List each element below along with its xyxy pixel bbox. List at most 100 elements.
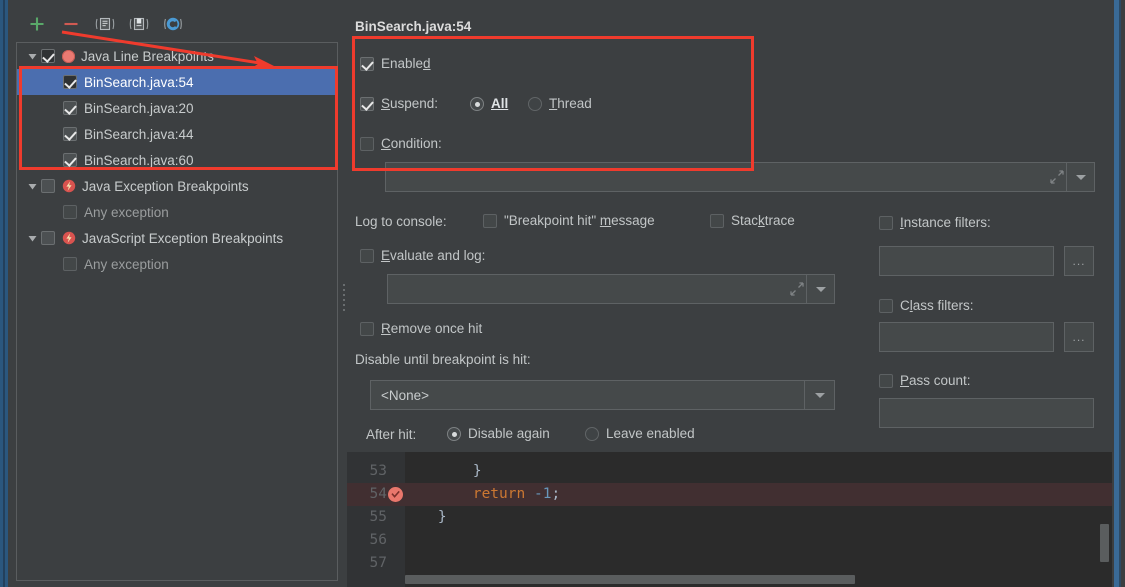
tree-item-binsearch-54[interactable]: BinSearch.java:54 — [17, 69, 337, 95]
stacktrace-checkbox[interactable] — [710, 213, 724, 228]
breakpoints-dialog: Java Line Breakpoints BinSearch.java:54 … — [0, 0, 1125, 587]
class-filters-input[interactable] — [879, 322, 1054, 352]
panel-splitter[interactable] — [340, 280, 347, 314]
condition-history-dropdown[interactable] — [1066, 163, 1094, 191]
suspend-all-radio[interactable] — [470, 96, 484, 111]
evaluate-and-log-input[interactable] — [387, 274, 835, 304]
breakpoint-hit-message-row[interactable]: "Breakpoint hit" message — [483, 213, 655, 228]
suspend-checkbox[interactable] — [360, 96, 374, 111]
item-checkbox-binsearch-60[interactable] — [63, 153, 77, 167]
editor-vertical-scrollbar[interactable] — [1100, 524, 1109, 562]
item-checkbox-binsearch-54[interactable] — [63, 75, 77, 89]
pass-count-label: Pass count: — [900, 373, 971, 388]
pass-count-checkbox[interactable] — [879, 373, 893, 388]
tree-item-label: Any exception — [84, 204, 169, 220]
chevron-down-icon[interactable] — [23, 225, 41, 251]
breakpoint-marker-icon[interactable] — [388, 487, 403, 502]
instance-filters-browse-button[interactable]: ... — [1064, 246, 1094, 276]
pass-count-input[interactable] — [879, 398, 1094, 428]
chevron-down-icon[interactable] — [23, 173, 41, 199]
remove-breakpoint-button[interactable] — [60, 13, 82, 35]
remove-once-hit-checkbox[interactable] — [360, 321, 374, 336]
class-filters-checkbox[interactable] — [879, 298, 893, 313]
exception-breakpoint-icon — [62, 179, 76, 193]
instance-filters-checkbox[interactable] — [879, 215, 893, 230]
class-filters-browse-label: ... — [1072, 330, 1086, 344]
group-by-file-button[interactable] — [94, 13, 116, 35]
breakpoint-config-title: BinSearch.java:54 — [355, 19, 472, 34]
after-hit-leave-enabled-label: Leave enabled — [606, 426, 695, 441]
breakpoints-tree-panel: Java Line Breakpoints BinSearch.java:54 … — [16, 42, 338, 581]
code-preview-editor[interactable]: 53 } 54 return -1; 55 } 56 57 — [347, 452, 1112, 587]
item-checkbox-binsearch-44[interactable] — [63, 127, 77, 141]
tree-group-java-exception-breakpoints[interactable]: Java Exception Breakpoints — [17, 173, 337, 199]
tree-item-binsearch-44[interactable]: BinSearch.java:44 — [17, 121, 337, 147]
pass-count-row[interactable]: Pass count: — [879, 373, 971, 388]
condition-input[interactable] — [385, 162, 1095, 192]
breakpoints-tree[interactable]: Java Line Breakpoints BinSearch.java:54 … — [17, 43, 337, 580]
tree-item-any-exception-js[interactable]: Any exception — [17, 251, 337, 277]
mute-breakpoints-button[interactable] — [162, 13, 184, 35]
tree-item-binsearch-20[interactable]: BinSearch.java:20 — [17, 95, 337, 121]
tree-group-javascript-exception-breakpoints[interactable]: JavaScript Exception Breakpoints — [17, 225, 337, 251]
condition-checkbox[interactable] — [360, 136, 374, 151]
class-filters-row[interactable]: Class filters: — [879, 298, 974, 313]
group-checkbox-javascript-exception[interactable] — [41, 231, 55, 245]
left-edge-accent — [0, 0, 8, 587]
group-checkbox-java-exception[interactable] — [41, 179, 55, 193]
after-hit-leave-enabled-row[interactable]: Leave enabled — [585, 426, 695, 441]
enabled-checkbox[interactable] — [360, 56, 374, 71]
instance-filters-row[interactable]: Instance filters: — [879, 215, 991, 230]
tree-item-binsearch-60[interactable]: BinSearch.java:60 — [17, 147, 337, 173]
editor-semicolon: ; — [551, 486, 561, 502]
editor-horizontal-scrollbar[interactable] — [405, 575, 855, 584]
suspend-thread-radio-row[interactable]: Thread — [528, 96, 592, 111]
editor-line: 55 } — [347, 506, 1112, 529]
editor-line-number: 54 — [369, 486, 387, 502]
instance-filters-input[interactable] — [879, 246, 1054, 276]
breakpoint-hit-message-label: "Breakpoint hit" message — [504, 213, 655, 228]
group-checkbox-java-line[interactable] — [41, 49, 55, 63]
after-hit-leave-enabled-radio[interactable] — [585, 426, 599, 441]
suspend-checkbox-row[interactable]: Suspend: — [360, 96, 438, 111]
save-to-favorites-button[interactable] — [128, 13, 150, 35]
evaluate-history-dropdown[interactable] — [806, 275, 834, 303]
evaluate-and-log-checkbox[interactable] — [360, 248, 374, 263]
chevron-down-icon[interactable] — [23, 43, 41, 69]
item-checkbox-any-exception-js[interactable] — [63, 257, 77, 271]
suspend-thread-radio[interactable] — [528, 96, 542, 111]
after-hit-disable-again-label: Disable again — [468, 426, 550, 441]
remove-once-hit-row[interactable]: Remove once hit — [360, 321, 482, 336]
tree-item-any-exception-java[interactable]: Any exception — [17, 199, 337, 225]
tree-group-label: JavaScript Exception Breakpoints — [82, 230, 284, 246]
suspend-all-radio-row[interactable]: All — [470, 96, 508, 111]
after-hit-disable-again-radio[interactable] — [447, 426, 461, 441]
tree-group-java-line-breakpoints[interactable]: Java Line Breakpoints — [17, 43, 337, 69]
suspend-thread-label: Thread — [549, 96, 592, 111]
editor-keyword: return — [472, 486, 526, 502]
add-breakpoint-button[interactable] — [26, 13, 48, 35]
stacktrace-row[interactable]: Stacktrace — [710, 213, 795, 228]
disable-until-combo[interactable]: <None> — [370, 380, 835, 410]
after-hit-label: After hit: — [366, 427, 417, 442]
editor-line: 54 return -1; — [347, 483, 1112, 506]
editor-line: 57 — [347, 552, 1112, 575]
enabled-label: Enabled — [381, 56, 431, 71]
instance-filters-browse-label: ... — [1072, 254, 1086, 268]
instance-filters-label: Instance filters: — [900, 215, 991, 230]
after-hit-disable-again-row[interactable]: Disable again — [447, 426, 550, 441]
editor-line-number: 55 — [369, 509, 387, 525]
breakpoint-hit-message-checkbox[interactable] — [483, 213, 497, 228]
editor-line-number: 57 — [369, 555, 387, 571]
evaluate-and-log-row[interactable]: Evaluate and log: — [360, 248, 485, 263]
condition-checkbox-row[interactable]: Condition: — [360, 136, 442, 151]
expand-editor-icon[interactable] — [1050, 170, 1064, 184]
tree-item-label: Any exception — [84, 256, 169, 272]
editor-line-number: 56 — [369, 532, 387, 548]
disable-until-dropdown-arrow[interactable] — [804, 381, 834, 409]
enabled-checkbox-row[interactable]: Enabled — [360, 56, 431, 71]
item-checkbox-binsearch-20[interactable] — [63, 101, 77, 115]
class-filters-browse-button[interactable]: ... — [1064, 322, 1094, 352]
item-checkbox-any-exception-java[interactable] — [63, 205, 77, 219]
expand-editor-icon[interactable] — [790, 282, 804, 296]
